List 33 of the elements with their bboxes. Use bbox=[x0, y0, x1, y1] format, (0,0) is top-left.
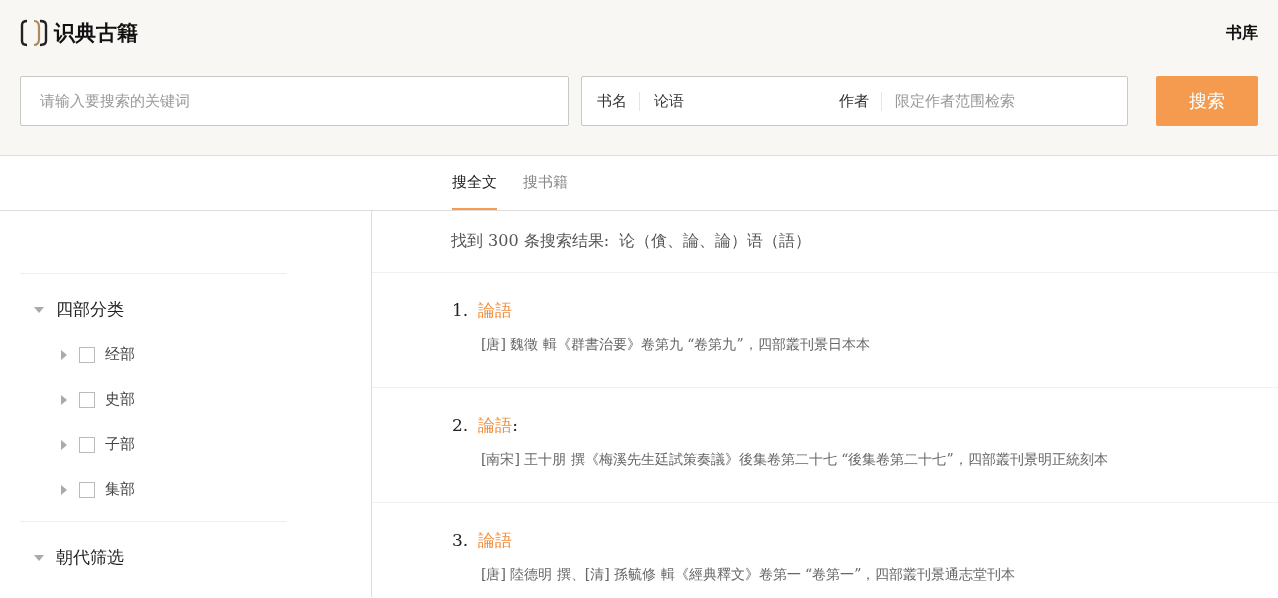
collapse-icon[interactable] bbox=[34, 554, 44, 561]
result-source: [唐] 陸德明 撰、[清] 孫毓修 輯《經典釋文》卷第一 “卷第一”，四部叢刊景通志堂刊本 bbox=[481, 566, 1017, 584]
book-label: 书名 bbox=[597, 91, 640, 111]
tab[interactable]: 搜书籍 bbox=[523, 156, 568, 210]
collapse-icon[interactable] bbox=[34, 306, 44, 313]
expand-icon[interactable] bbox=[61, 349, 67, 360]
expand-icon[interactable] bbox=[61, 439, 67, 450]
result-number: 2. bbox=[452, 415, 469, 435]
filter-title: 四部分类 bbox=[56, 298, 124, 321]
result-source: [唐] 魏徵 輯《群書治要》卷第九 “卷第九”，四部叢刊景日本本 bbox=[481, 336, 871, 354]
expand-icon[interactable] bbox=[61, 484, 67, 495]
filter-option[interactable]: 集部 bbox=[105, 480, 135, 499]
checkbox[interactable] bbox=[79, 391, 95, 408]
filter-option[interactable]: 史部 bbox=[105, 390, 135, 409]
result-number: 1. bbox=[452, 300, 469, 320]
result-summary: 找到 300 条搜索结果: 论（僋、論、論）语（語） bbox=[451, 231, 812, 252]
library-link[interactable]: 书库 bbox=[1226, 22, 1258, 44]
filter-option[interactable]: 子部 bbox=[105, 435, 135, 454]
checkbox[interactable] bbox=[79, 481, 95, 498]
result-colon: : bbox=[512, 415, 518, 435]
filter-option[interactable]: 经部 bbox=[105, 345, 135, 364]
result-source: [南宋] 王十朋 撰《梅溪先生廷試策奏議》後集卷第二十七 “後集卷第二十七”，四部叢刊景明正統刻本 bbox=[481, 451, 1109, 469]
checkbox[interactable] bbox=[79, 346, 95, 363]
result-number: 3. bbox=[452, 530, 469, 550]
tab[interactable]: 搜全文 bbox=[452, 156, 497, 210]
author-label: 作者 bbox=[839, 91, 882, 111]
keyword-field[interactable]: 请输入要搜索的关键词 bbox=[20, 76, 569, 126]
logo-icon bbox=[20, 19, 48, 47]
checkbox[interactable] bbox=[79, 436, 95, 453]
expand-icon[interactable] bbox=[61, 394, 67, 405]
logo-text[interactable]: 识典古籍 bbox=[54, 19, 138, 47]
filter-title: 朝代筛选 bbox=[56, 546, 124, 569]
book-author-field[interactable]: 书名 论语 作者 限定作者范围检索 bbox=[581, 76, 1128, 126]
